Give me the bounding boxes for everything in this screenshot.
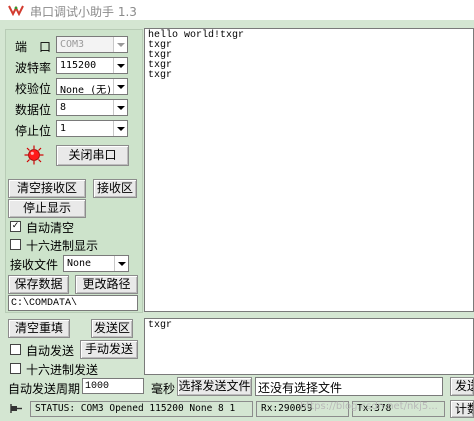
receive-file-select[interactable]: None bbox=[63, 255, 129, 272]
hex-display-checkbox[interactable] bbox=[10, 239, 21, 250]
clear-receive-button[interactable]: 清空接收区 bbox=[8, 179, 86, 198]
save-data-button[interactable]: 保存数据 bbox=[8, 275, 69, 294]
receive-area-button[interactable]: 接收区 bbox=[93, 179, 137, 198]
hex-display-label: 十六进制显示 bbox=[26, 239, 99, 253]
save-path-field[interactable]: C:\COMDATA\ bbox=[8, 295, 138, 311]
hex-send-checkbox[interactable] bbox=[10, 363, 21, 374]
close-port-button[interactable]: 关闭串口 bbox=[56, 145, 129, 166]
baud-select[interactable]: 115200 bbox=[56, 57, 128, 74]
send-file-button[interactable]: 发送 bbox=[450, 377, 474, 396]
port-label: 端 口 bbox=[15, 40, 52, 54]
send-textarea[interactable]: txgr bbox=[144, 318, 474, 375]
window-title: 串口调试小助手 1.3 bbox=[30, 5, 137, 19]
chevron-down-icon[interactable] bbox=[113, 100, 127, 115]
auto-send-label: 自动发送 bbox=[26, 344, 75, 358]
chevron-down-icon[interactable] bbox=[114, 256, 128, 271]
send-area-button[interactable]: 发送区 bbox=[91, 319, 133, 338]
stopbits-label: 停止位 bbox=[15, 124, 52, 138]
select-send-file-button[interactable]: 选择发送文件 bbox=[177, 377, 252, 396]
chevron-down-icon[interactable] bbox=[113, 121, 127, 136]
stopbits-select[interactable]: 1 bbox=[56, 120, 128, 137]
pin-icon[interactable] bbox=[10, 403, 23, 415]
chevron-down-icon[interactable] bbox=[113, 79, 127, 94]
count-button[interactable]: 计数 bbox=[450, 400, 474, 418]
status-text: STATUS: COM3 Opened 115200 None 8 1 bbox=[30, 401, 253, 417]
baud-label: 波特率 bbox=[15, 61, 52, 75]
change-path-button[interactable]: 更改路径 bbox=[75, 275, 138, 294]
auto-clear-checkbox[interactable]: ✓ bbox=[10, 221, 21, 232]
watermark-text: https://blog.csdn.net/nkj5... bbox=[300, 401, 438, 412]
app-logo-icon bbox=[8, 5, 24, 16]
auto-send-checkbox[interactable] bbox=[10, 344, 21, 355]
hex-send-label: 十六进制发送 bbox=[26, 363, 99, 377]
manual-send-button[interactable]: 手动发送 bbox=[80, 340, 138, 359]
port-select[interactable]: COM3 bbox=[56, 36, 128, 53]
databits-select[interactable]: 8 bbox=[56, 99, 128, 116]
parity-label: 校验位 bbox=[15, 82, 52, 96]
parity-select[interactable]: None (无) bbox=[56, 78, 128, 95]
receive-file-label: 接收文件 bbox=[10, 258, 59, 272]
chevron-down-icon[interactable] bbox=[113, 37, 127, 52]
send-period-input[interactable]: 1000 bbox=[82, 378, 144, 394]
clear-send-button[interactable]: 清空重填 bbox=[8, 319, 70, 338]
stop-display-button[interactable]: 停止显示 bbox=[8, 199, 86, 218]
ms-unit-label: 毫秒 bbox=[151, 382, 176, 396]
receive-textarea[interactable]: hello world!txgr txgr txgr txgr txgr bbox=[144, 28, 474, 312]
send-file-status: 还没有选择文件 bbox=[255, 377, 443, 396]
port-status-indicator-icon bbox=[24, 145, 44, 165]
check-mark-icon: ✓ bbox=[11, 221, 20, 231]
send-period-label: 自动发送周期 bbox=[8, 382, 81, 396]
databits-label: 数据位 bbox=[15, 103, 52, 117]
chevron-down-icon[interactable] bbox=[113, 58, 127, 73]
auto-clear-label: 自动清空 bbox=[26, 221, 75, 235]
